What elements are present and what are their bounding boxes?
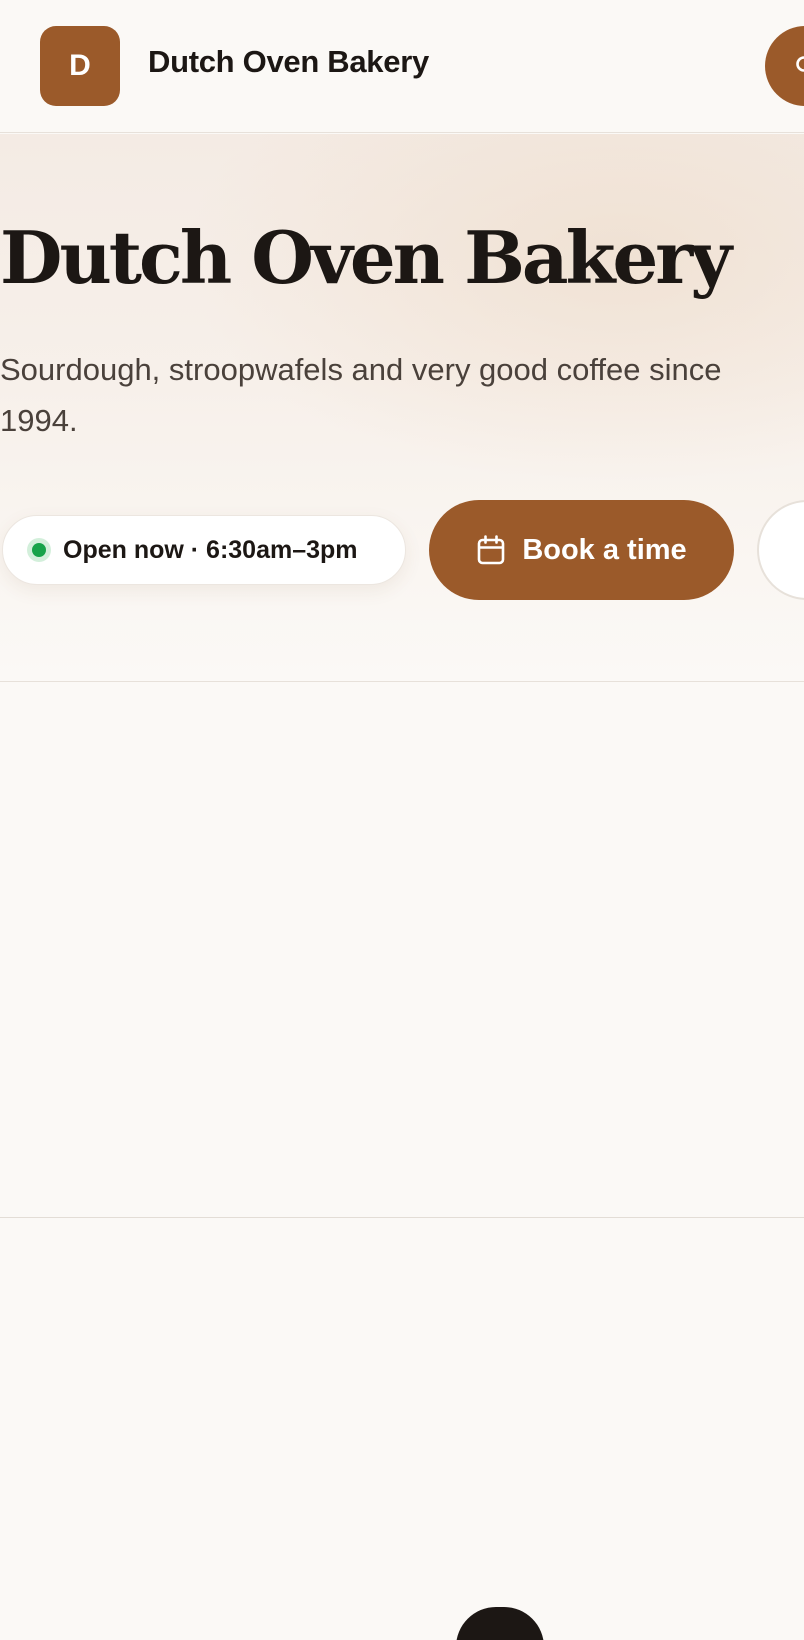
- page: D Dutch Oven Bakery Dutch Oven Bakery So…: [0, 0, 804, 1640]
- hero-title: Dutch Oven Bakery: [0, 215, 732, 300]
- floating-action-button[interactable]: [456, 1607, 544, 1640]
- open-status-badge: Open now · 6:30am–3pm: [2, 515, 406, 585]
- site-header: D Dutch Oven Bakery: [0, 0, 804, 133]
- brand-name[interactable]: Dutch Oven Bakery: [148, 44, 429, 80]
- content-section: [0, 682, 804, 1218]
- book-a-time-label: Book a time: [522, 533, 687, 566]
- calendar-icon: [476, 534, 506, 566]
- header-action-button[interactable]: [765, 26, 804, 106]
- secondary-action-button[interactable]: [757, 500, 804, 600]
- open-status-text: Open now · 6:30am–3pm: [63, 535, 358, 564]
- book-a-time-button[interactable]: Book a time: [429, 500, 734, 600]
- hero-section: Dutch Oven Bakery Sourdough, stroopwafel…: [0, 134, 804, 682]
- search-icon: [796, 56, 804, 72]
- logo-letter: D: [69, 49, 91, 82]
- logo-badge[interactable]: D: [40, 26, 120, 106]
- hero-subtitle: Sourdough, stroopwafels and very good co…: [0, 352, 722, 438]
- status-dot-icon: [27, 538, 51, 562]
